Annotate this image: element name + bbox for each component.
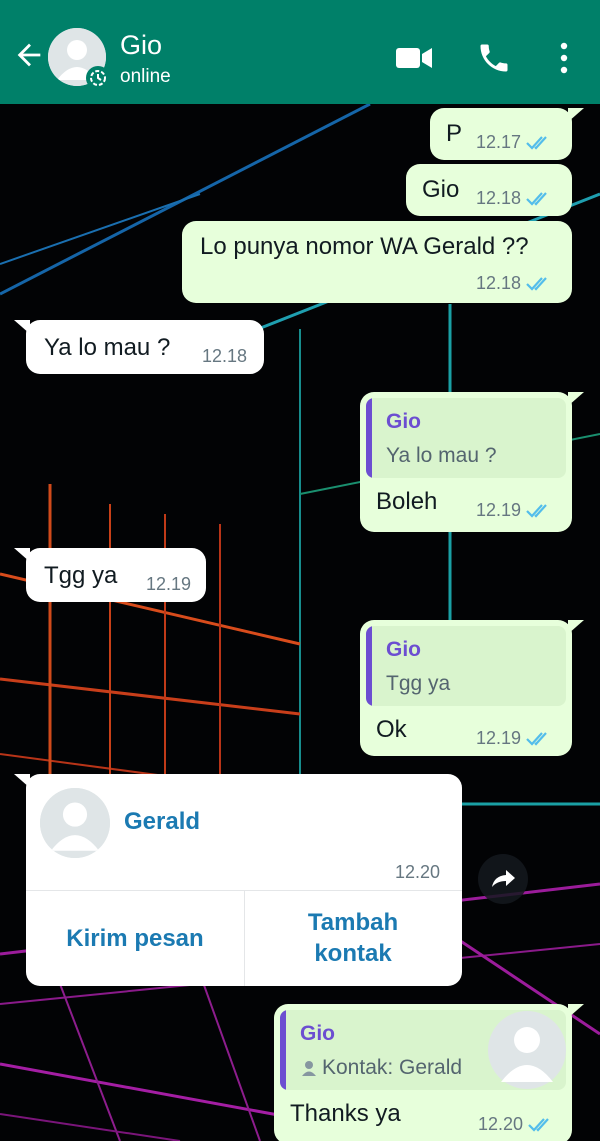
status-ring-icon — [86, 66, 110, 90]
quoted-message[interactable]: Gio Tgg ya — [366, 626, 566, 706]
contact-card-message[interactable]: Gerald 12.20 Kirim pesan Tambah kontak — [14, 774, 462, 986]
shared-contact-name[interactable]: Gerald — [124, 808, 200, 836]
send-message-button[interactable]: Kirim pesan — [26, 890, 244, 986]
double-tick-icon — [526, 191, 547, 206]
chat-area[interactable]: P 12.17 Gio 12.18 Lo punya nomor WA Gera… — [0, 104, 600, 1141]
avatar-icon — [40, 788, 110, 858]
message-time: 12.19 — [146, 574, 192, 594]
forward-icon — [492, 870, 515, 887]
message-time: 12.19 — [476, 728, 522, 748]
message-bubble-outgoing[interactable]: Lo punya nomor WA Gerald ?? 12.18 — [182, 221, 572, 303]
message-text: P — [446, 120, 463, 147]
quote-accent-bar — [280, 1010, 286, 1090]
double-tick-icon — [526, 276, 547, 291]
message-bubble-outgoing[interactable]: Gio Tgg ya Ok 12.19 — [360, 620, 584, 756]
quoted-text: Kontak: Gerald — [322, 1056, 463, 1079]
message-meta: 12.17 — [476, 132, 553, 153]
avatar-icon — [488, 1011, 566, 1089]
message-text: Lo punya nomor WA Gerald ?? — [200, 233, 529, 260]
message-text: Thanks ya — [290, 1100, 401, 1127]
quoted-message[interactable]: Gio Kontak: Gerald — [280, 1010, 566, 1090]
message-text: Gio — [422, 176, 460, 203]
bubble-tail — [14, 320, 30, 334]
contact-avatar[interactable] — [48, 28, 110, 90]
double-tick-icon — [528, 1117, 549, 1132]
video-call-icon[interactable] — [394, 40, 434, 76]
message-time: 12.18 — [202, 346, 248, 366]
person-icon — [302, 1061, 316, 1076]
quoted-contact: Kontak: Gerald — [300, 1056, 462, 1080]
message-meta: 12.19 — [476, 728, 553, 749]
bubble-tail — [568, 392, 584, 406]
message-bubble-outgoing[interactable]: Gio Kontak: Gerald Thanks ya 12.20 — [274, 1004, 584, 1141]
message-bubble-outgoing[interactable]: Gio Ya lo mau ? Boleh 12.19 — [360, 392, 584, 532]
contact-status: online — [120, 66, 171, 87]
message-meta: 12.19 — [146, 574, 191, 595]
bubble-tail — [568, 108, 584, 122]
message-bubble-outgoing[interactable]: Gio 12.18 — [406, 164, 572, 216]
chat-header: Gio online — [0, 0, 600, 104]
message-meta: 12.18 — [476, 273, 553, 294]
voice-call-icon[interactable] — [476, 40, 512, 76]
bubble-tail — [14, 774, 30, 788]
message-bubble-incoming[interactable]: Tgg ya 12.19 — [14, 548, 206, 602]
quoted-text: Tgg ya — [386, 672, 451, 695]
quoted-sender: Gio — [386, 410, 421, 433]
quote-accent-bar — [366, 398, 372, 478]
message-time: 12.18 — [476, 273, 522, 293]
quoted-message[interactable]: Gio Ya lo mau ? — [366, 398, 566, 478]
message-meta: 12.20 — [478, 1114, 555, 1135]
message-time: 12.17 — [476, 132, 522, 152]
message-text: Ok — [376, 716, 407, 743]
bubble-tail — [568, 620, 584, 634]
quote-accent-bar — [366, 626, 372, 706]
quoted-sender: Gio — [300, 1022, 335, 1045]
back-arrow-icon[interactable] — [12, 38, 46, 72]
message-meta: 12.19 — [476, 500, 553, 521]
message-time: 12.19 — [476, 500, 522, 520]
double-tick-icon — [526, 731, 547, 746]
double-tick-icon — [526, 503, 547, 518]
message-meta: 12.18 — [202, 346, 247, 367]
message-time: 12.20 — [478, 1114, 524, 1134]
forward-button[interactable] — [478, 854, 528, 904]
bubble-tail — [568, 1004, 584, 1018]
quoted-contact-avatar — [488, 1010, 566, 1090]
message-meta: 12.18 — [476, 188, 553, 209]
message-time: 12.20 — [394, 862, 440, 882]
message-text: Ya lo mau ? — [44, 334, 171, 361]
message-time: 12.18 — [476, 188, 522, 208]
quoted-text: Ya lo mau ? — [386, 444, 497, 467]
message-text: Tgg ya — [44, 562, 118, 589]
bubble-tail — [14, 548, 30, 562]
shared-contact-avatar[interactable] — [40, 788, 110, 858]
message-bubble-incoming[interactable]: Ya lo mau ? 12.18 — [14, 320, 264, 374]
quoted-sender: Gio — [386, 638, 421, 661]
double-tick-icon — [526, 135, 547, 150]
more-menu-icon[interactable] — [550, 40, 578, 76]
message-text: Boleh — [376, 488, 438, 515]
add-contact-button[interactable]: Tambah kontak — [244, 890, 462, 986]
message-bubble-outgoing[interactable]: P 12.17 — [430, 108, 584, 160]
contact-name[interactable]: Gio — [120, 30, 162, 61]
